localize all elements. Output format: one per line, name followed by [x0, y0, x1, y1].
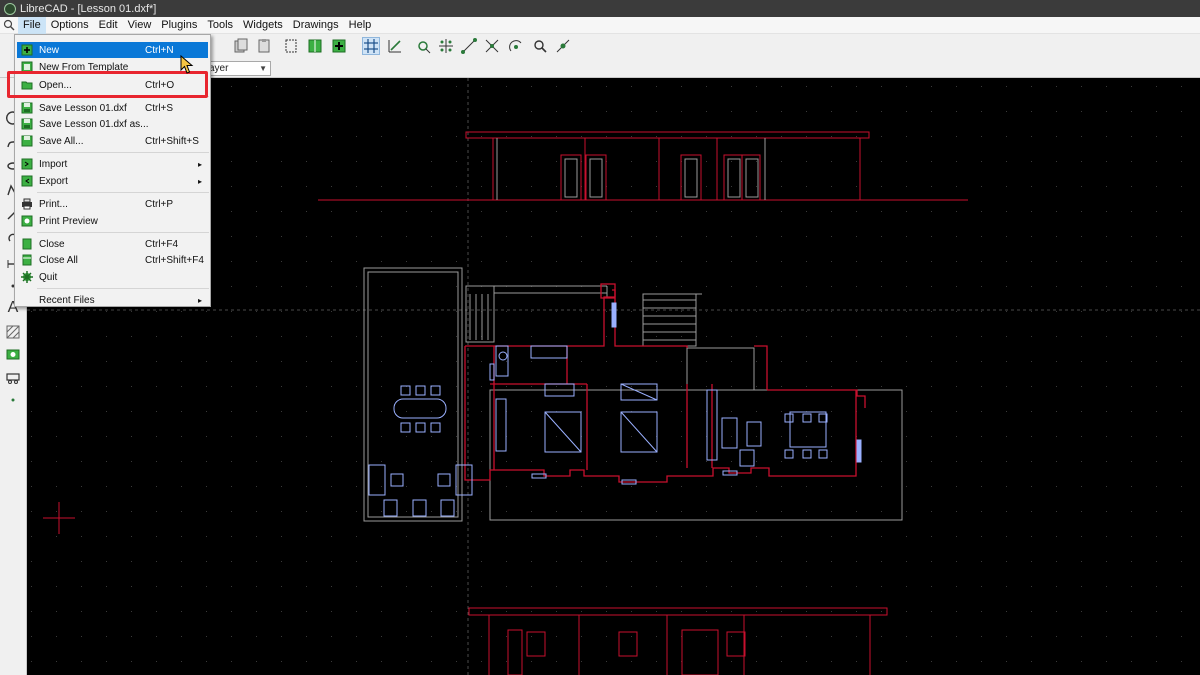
menu-separator — [37, 152, 209, 153]
menu-widgets[interactable]: Widgets — [238, 17, 288, 34]
menu-tools[interactable]: Tools — [202, 17, 238, 34]
menu-separator — [37, 288, 209, 289]
layer-doc-icon[interactable] — [306, 37, 324, 55]
file-menu-recent-files[interactable]: Recent Files ▸ — [17, 292, 208, 308]
menu-plugins[interactable]: Plugins — [156, 17, 202, 34]
close-all-icon — [20, 253, 34, 267]
save-icon — [20, 101, 34, 115]
close-file-icon — [20, 237, 34, 251]
file-menu-print-preview[interactable]: Print Preview — [17, 213, 208, 229]
file-menu-import[interactable]: Import ▸ — [17, 156, 208, 172]
submenu-arrow-icon: ▸ — [197, 295, 202, 305]
submenu-arrow-icon: ▸ — [197, 159, 202, 169]
file-menu-quit[interactable]: Quit — [17, 269, 208, 285]
print-preview-icon — [20, 214, 34, 228]
block-insert-icon[interactable] — [5, 370, 21, 386]
image-tool-icon[interactable] — [5, 346, 21, 362]
grid-icon[interactable] — [362, 37, 380, 55]
paste-icon[interactable] — [255, 37, 273, 55]
snap-distance-icon[interactable] — [554, 37, 572, 55]
file-menu-export[interactable]: Export ▸ — [17, 173, 208, 189]
menu-options[interactable]: Options — [46, 17, 94, 34]
submenu-arrow-icon: ▸ — [197, 176, 202, 186]
hatch-tool-icon[interactable] — [5, 324, 21, 340]
file-menu-close[interactable]: Close Ctrl+F4 — [17, 236, 208, 252]
export-icon — [20, 174, 34, 188]
window-title: LibreCAD - [Lesson 01.dxf*] — [20, 2, 157, 15]
librecad-app-icon — [4, 2, 16, 15]
file-menu-save-all[interactable]: Save All... Ctrl+Shift+S — [17, 133, 208, 149]
file-menu-close-all[interactable]: Close All Ctrl+Shift+F4 — [17, 252, 208, 268]
menu-edit[interactable]: Edit — [94, 17, 123, 34]
menu-file[interactable]: File — [18, 16, 46, 34]
save-all-icon — [20, 134, 34, 148]
new-file-icon — [20, 43, 34, 57]
block-icon[interactable] — [282, 37, 300, 55]
import-icon — [20, 157, 34, 171]
snap-grid-icon[interactable] — [437, 37, 455, 55]
zoom-icon[interactable] — [531, 37, 549, 55]
menu-separator — [37, 192, 209, 193]
chevron-down-icon: ▼ — [259, 64, 267, 73]
draft-mode-icon[interactable] — [386, 37, 404, 55]
layer-select[interactable]: ayer ▼ — [205, 61, 271, 76]
snap-center-icon[interactable] — [507, 37, 525, 55]
quit-icon — [20, 270, 34, 284]
layer-select-value: ayer — [209, 63, 229, 74]
mouse-pointer-icon — [180, 55, 194, 74]
menu-separator — [37, 232, 209, 233]
menu-view[interactable]: View — [123, 17, 157, 34]
point-tool-icon[interactable] — [5, 392, 21, 408]
add-doc-icon[interactable] — [330, 37, 348, 55]
snap-endpoint-icon[interactable] — [460, 37, 478, 55]
system-menu-icon[interactable] — [2, 18, 16, 32]
snap-intersection-icon[interactable] — [483, 37, 501, 55]
menu-bar: File Options Edit View Plugins Tools Wid… — [0, 16, 1200, 34]
copy-icon[interactable] — [232, 37, 250, 55]
menu-drawings[interactable]: Drawings — [288, 17, 344, 34]
window-title-bar: LibreCAD - [Lesson 01.dxf*] — [0, 0, 1200, 17]
snap-free-icon[interactable] — [414, 37, 432, 55]
open-highlight-box — [7, 71, 208, 98]
menu-help[interactable]: Help — [344, 17, 377, 34]
file-menu-print[interactable]: Print... Ctrl+P — [17, 196, 208, 212]
file-menu-save-as[interactable]: Save Lesson 01.dxf as... — [17, 116, 208, 132]
file-menu-save[interactable]: Save Lesson 01.dxf Ctrl+S — [17, 100, 208, 116]
save-as-icon — [20, 117, 34, 131]
print-icon — [20, 197, 34, 211]
